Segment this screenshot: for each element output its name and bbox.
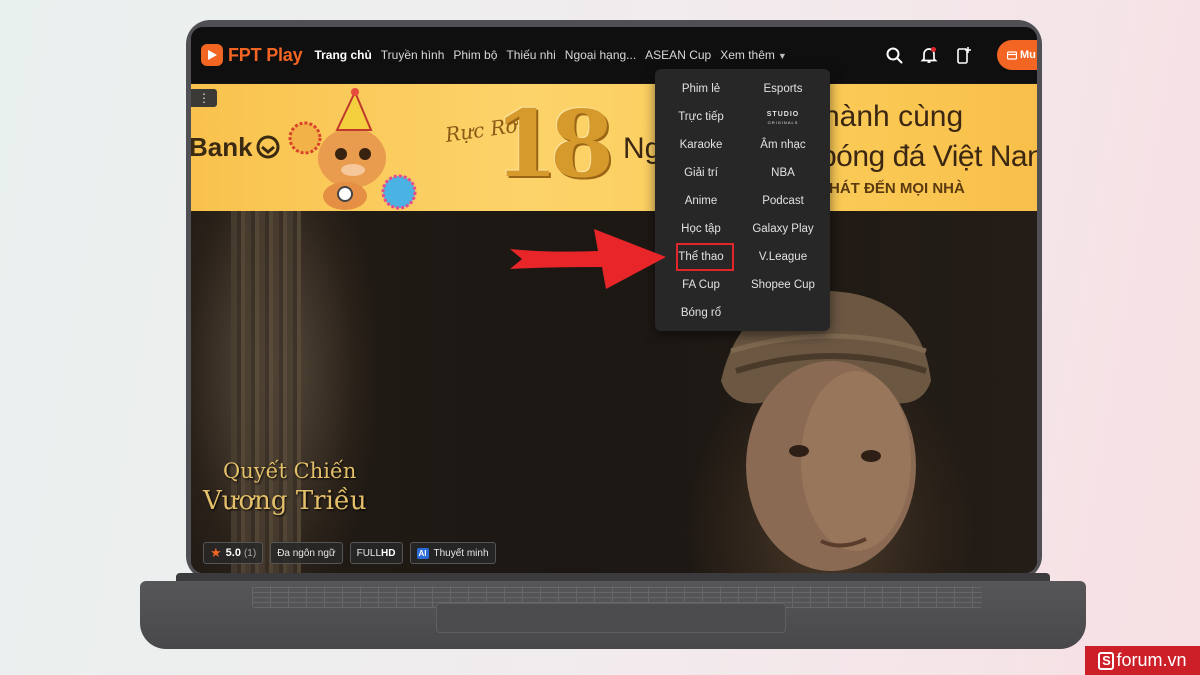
banner-subline: HÁT ĐẾN MỌI NHÀ bbox=[829, 180, 965, 197]
menu-item-v-league[interactable]: V.League bbox=[743, 251, 823, 263]
menu-item-bong-ro[interactable]: Bóng rổ bbox=[661, 307, 741, 319]
menu-item-am-nhac[interactable]: Âm nhạc bbox=[743, 139, 823, 151]
sforum-logo-icon: S bbox=[1098, 651, 1115, 670]
more-menu-dropdown: Phim lẻ Trực tiếp Karaoke Giải trí Anime… bbox=[655, 69, 830, 331]
hero-title: Quyết Chiến Vương Triều bbox=[203, 456, 367, 516]
banner-number: 18 bbox=[494, 90, 614, 198]
highlight-box bbox=[676, 243, 734, 271]
nav-item-ngoai-hang[interactable]: Ngoại hạng... bbox=[565, 48, 636, 62]
tag-narration: AI Thuyết minh bbox=[409, 542, 496, 564]
laptop-trackpad bbox=[436, 603, 786, 633]
studio-logo-text: STUDIO bbox=[766, 111, 800, 118]
hero-title-line1: Quyết Chiến bbox=[223, 459, 357, 483]
ai-icon: AI bbox=[416, 547, 429, 559]
bank-logo-icon bbox=[255, 134, 281, 165]
tag-hd-label: HD bbox=[381, 547, 396, 559]
tag-full-label: FULL bbox=[356, 547, 382, 559]
menu-item-hoc-tap[interactable]: Học tập bbox=[661, 223, 741, 235]
tag-languages-label: Đa ngôn ngữ bbox=[277, 547, 336, 559]
main-nav: Trang chủ Truyền hình Phim bộ Thiếu nhi … bbox=[314, 48, 786, 62]
nav-item-xem-them[interactable]: Xem thêm ▼ bbox=[720, 48, 787, 62]
menu-item-giai-tri[interactable]: Giải trí bbox=[661, 167, 741, 179]
menu-item-karaoke[interactable]: Karaoke bbox=[661, 139, 741, 151]
play-logo-icon bbox=[201, 44, 223, 66]
mascot-illustration bbox=[288, 88, 417, 210]
menu-item-nba[interactable]: NBA bbox=[743, 167, 823, 179]
hero-title-line2: Vương Triều bbox=[203, 486, 367, 516]
nav-item-truyen-hinh[interactable]: Truyền hình bbox=[381, 48, 445, 62]
banner-headline-line2: bóng đá Việt Nan bbox=[820, 140, 1037, 173]
menu-item-galaxy-play[interactable]: Galaxy Play bbox=[743, 223, 823, 235]
package-icon bbox=[1007, 50, 1017, 60]
more-options-icon[interactable]: ⋮ bbox=[191, 89, 217, 107]
promo-banner[interactable]: ⋮ Bank Rực Rỡ 18 Ng hành cùng bóng đá Vi… bbox=[191, 84, 1037, 211]
menu-item-anime[interactable]: Anime bbox=[661, 195, 741, 207]
studio-logo-subtext: ORIGINALS bbox=[767, 120, 799, 125]
fpt-play-logo[interactable]: FPT Play bbox=[201, 44, 303, 66]
rating-count: (1) bbox=[243, 547, 257, 559]
hero-background-pillar bbox=[231, 211, 301, 573]
logo-text: FPT Play bbox=[228, 44, 303, 65]
browser-screen: FPT Play Trang chủ Truyền hình Phim bộ T… bbox=[191, 27, 1037, 573]
top-actions: Mu bbox=[868, 27, 1037, 83]
menu-item-fa-cup[interactable]: FA Cup bbox=[661, 279, 741, 291]
sforum-watermark: S forum.vn bbox=[1085, 646, 1200, 675]
device-plus-icon[interactable] bbox=[955, 46, 973, 64]
search-icon[interactable] bbox=[885, 46, 903, 64]
nav-item-asean-cup[interactable]: ASEAN Cup bbox=[645, 48, 711, 62]
tag-narration-label: Thuyết minh bbox=[433, 547, 489, 559]
buy-label: Mu bbox=[1020, 49, 1036, 61]
bell-icon[interactable] bbox=[920, 46, 938, 64]
rating-badge: ★ 5.0 (1) bbox=[203, 542, 264, 564]
tag-fullhd: FULL HD bbox=[349, 542, 403, 564]
hero-tags: ★ 5.0 (1) Đa ngôn ngữ FULL HD AI Thuyết m… bbox=[203, 542, 496, 564]
menu-item-esports[interactable]: Esports bbox=[743, 83, 823, 95]
menu-item-studio-originals[interactable]: STUDIO ORIGINALS bbox=[743, 111, 823, 127]
top-navigation-bar: FPT Play Trang chủ Truyền hình Phim bộ T… bbox=[191, 27, 1037, 83]
rating-value: 5.0 bbox=[225, 547, 241, 559]
menu-item-phim-le[interactable]: Phim lẻ bbox=[661, 83, 741, 95]
red-arrow-annotation bbox=[510, 229, 666, 289]
nav-item-trang-chu[interactable]: Trang chủ bbox=[314, 48, 371, 62]
chevron-down-icon: ▼ bbox=[777, 51, 787, 61]
nav-item-thieu-nhi[interactable]: Thiếu nhi bbox=[506, 48, 555, 62]
watermark-text: forum.vn bbox=[1116, 650, 1187, 670]
buy-package-button[interactable]: Mu bbox=[997, 40, 1037, 70]
bank-text: Bank bbox=[191, 132, 253, 162]
nav-item-phim-bo[interactable]: Phim bộ bbox=[453, 48, 497, 62]
menu-item-podcast[interactable]: Podcast bbox=[743, 195, 823, 207]
star-icon: ★ bbox=[210, 545, 222, 560]
banner-headline-line1: hành cùng bbox=[823, 100, 964, 133]
tag-languages: Đa ngôn ngữ bbox=[270, 542, 343, 564]
menu-item-truc-tiep[interactable]: Trực tiếp bbox=[661, 111, 741, 123]
xem-them-label: Xem thêm bbox=[720, 48, 775, 62]
menu-item-shopee-cup[interactable]: Shopee Cup bbox=[743, 279, 823, 291]
